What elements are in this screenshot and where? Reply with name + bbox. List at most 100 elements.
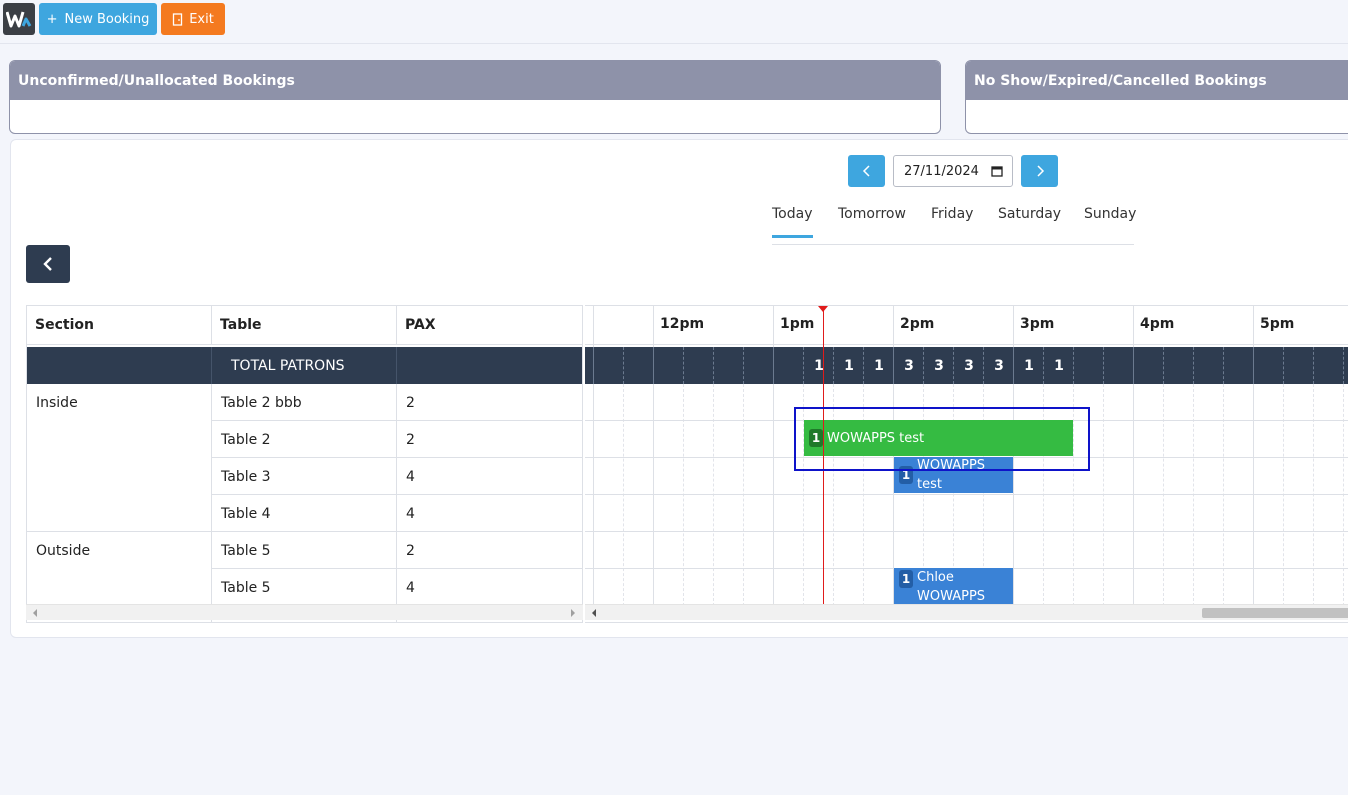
patron-count: 3 bbox=[964, 357, 974, 374]
booking-block[interactable]: 1 Chloe WOWAPPS bbox=[894, 568, 1013, 608]
wowapps-logo-icon[interactable] bbox=[3, 3, 35, 35]
top-toolbar: + New Booking Exit bbox=[0, 0, 1348, 44]
day-tabs: Today Tomorrow Friday Saturday Sunday bbox=[772, 196, 1136, 245]
quarter-gridline bbox=[1313, 384, 1314, 606]
quarter-gridline bbox=[1343, 384, 1344, 606]
new-booking-label: New Booking bbox=[64, 11, 150, 27]
previous-day-button[interactable] bbox=[848, 155, 885, 187]
quarter-gridline bbox=[1283, 384, 1284, 606]
unconfirmed-bookings-title: Unconfirmed/Unallocated Bookings bbox=[10, 61, 940, 100]
quarter-gridline bbox=[1313, 347, 1314, 384]
section-inside: Inside bbox=[36, 394, 78, 411]
patron-count: 1 bbox=[844, 357, 854, 374]
back-button[interactable] bbox=[26, 245, 70, 283]
patron-count: 1 bbox=[874, 357, 884, 374]
quarter-gridline bbox=[1103, 384, 1104, 606]
patron-count: 3 bbox=[904, 357, 914, 374]
quarter-gridline bbox=[683, 347, 684, 384]
total-patrons-label: TOTAL PATRONS bbox=[231, 357, 345, 374]
patron-count: 1 bbox=[1054, 357, 1064, 374]
pax-cell: 2 bbox=[406, 394, 415, 411]
new-booking-button[interactable]: + New Booking bbox=[39, 3, 157, 35]
table-name-cell[interactable]: Table 3 bbox=[212, 458, 271, 495]
date-field[interactable]: 27/11/2024 bbox=[893, 155, 1013, 187]
quarter-gridline bbox=[683, 384, 684, 606]
hour-label: 3pm bbox=[1020, 316, 1055, 332]
quarter-gridline bbox=[623, 347, 624, 384]
selection-highlight bbox=[794, 407, 1090, 471]
tab-saturday[interactable]: Saturday bbox=[998, 206, 1061, 222]
quarter-gridline bbox=[1193, 384, 1194, 606]
patron-count: 3 bbox=[934, 357, 944, 374]
quarter-gridline bbox=[1343, 347, 1344, 384]
pax-cell: 2 bbox=[406, 542, 415, 559]
exit-label: Exit bbox=[189, 11, 214, 27]
scroll-right-arrow-icon[interactable] bbox=[571, 609, 575, 617]
pax-cell: 4 bbox=[406, 579, 415, 596]
tab-sunday[interactable]: Sunday bbox=[1084, 206, 1136, 222]
quarter-gridline bbox=[623, 384, 624, 606]
quarter-gridline bbox=[1193, 347, 1194, 384]
tab-friday[interactable]: Friday bbox=[931, 206, 973, 222]
hour-gridline bbox=[1133, 347, 1134, 384]
chevron-left-icon bbox=[862, 165, 870, 177]
pax-cell: 4 bbox=[406, 468, 415, 485]
quarter-gridline bbox=[1163, 384, 1164, 606]
quarter-gridline bbox=[1163, 347, 1164, 384]
table-name-cell[interactable]: Table 5 bbox=[212, 569, 271, 606]
row-gridline bbox=[585, 494, 1348, 495]
hour-label: 5pm bbox=[1260, 316, 1295, 332]
hour-gridline bbox=[593, 347, 594, 384]
hour-gridline bbox=[653, 347, 654, 384]
tab-tomorrow[interactable]: Tomorrow bbox=[838, 206, 906, 222]
scrollbar-thumb[interactable] bbox=[1202, 608, 1348, 618]
scroll-left-arrow-icon[interactable] bbox=[33, 609, 37, 617]
hour-label: 12pm bbox=[660, 316, 705, 332]
quarter-gridline bbox=[1223, 384, 1224, 606]
chevron-left-icon bbox=[43, 257, 52, 271]
quarter-gridline bbox=[1223, 347, 1224, 384]
tab-today[interactable]: Today bbox=[772, 206, 813, 238]
booking-pax-badge: 1 bbox=[899, 570, 913, 588]
hour-gridline bbox=[773, 347, 774, 384]
door-exit-icon bbox=[173, 12, 183, 26]
quarter-gridline bbox=[1283, 347, 1284, 384]
quarter-gridline bbox=[1103, 347, 1104, 384]
cancelled-bookings-title: No Show/Expired/Cancelled Bookings bbox=[966, 61, 1348, 100]
table-name-cell[interactable]: Table 5 bbox=[212, 532, 271, 569]
scroll-left-arrow-icon[interactable] bbox=[592, 609, 596, 617]
row-gridline bbox=[585, 531, 1348, 532]
booking-name: Chloe WOWAPPS bbox=[917, 570, 986, 604]
section-outside: Outside bbox=[36, 542, 91, 559]
table-name-cell[interactable]: Table 2 bbox=[212, 421, 271, 458]
hour-gridline bbox=[1253, 347, 1254, 384]
hour-label: 4pm bbox=[1140, 316, 1175, 332]
plus-icon: + bbox=[46, 11, 58, 27]
table-list-grid: Section Table PAX TOTAL PATRONS Inside T… bbox=[26, 305, 583, 623]
current-time-marker-icon bbox=[818, 306, 828, 312]
patron-count: 1 bbox=[1024, 357, 1034, 374]
cancelled-bookings-panel: No Show/Expired/Cancelled Bookings bbox=[965, 60, 1348, 134]
table-name-cell[interactable]: Table 4 bbox=[212, 495, 271, 532]
quarter-gridline bbox=[743, 347, 744, 384]
pax-cell: 4 bbox=[406, 505, 415, 522]
timeline-horizontal-scrollbar[interactable] bbox=[585, 604, 1348, 620]
date-value: 27/11/2024 bbox=[904, 163, 979, 179]
next-day-button[interactable] bbox=[1021, 155, 1058, 187]
unconfirmed-bookings-panel: Unconfirmed/Unallocated Bookings bbox=[9, 60, 941, 134]
exit-button[interactable]: Exit bbox=[161, 3, 225, 35]
calendar-icon[interactable] bbox=[991, 165, 1003, 177]
quarter-gridline bbox=[713, 347, 714, 384]
header-table: Table bbox=[212, 306, 397, 344]
total-patrons-row: TOTAL PATRONS bbox=[27, 347, 582, 384]
table-name-cell[interactable]: Table 2 bbb bbox=[212, 384, 302, 421]
chevron-right-icon bbox=[1036, 165, 1044, 177]
header-section: Section bbox=[27, 306, 212, 344]
left-horizontal-scrollbar[interactable] bbox=[26, 604, 583, 620]
header-pax: PAX bbox=[405, 317, 436, 333]
patron-count-row: 1 1 1 3 3 3 3 1 1 bbox=[585, 347, 1348, 384]
patron-count: 1 bbox=[814, 357, 824, 374]
hour-label: 1pm bbox=[780, 316, 815, 332]
quarter-gridline bbox=[743, 384, 744, 606]
patron-count: 3 bbox=[994, 357, 1004, 374]
